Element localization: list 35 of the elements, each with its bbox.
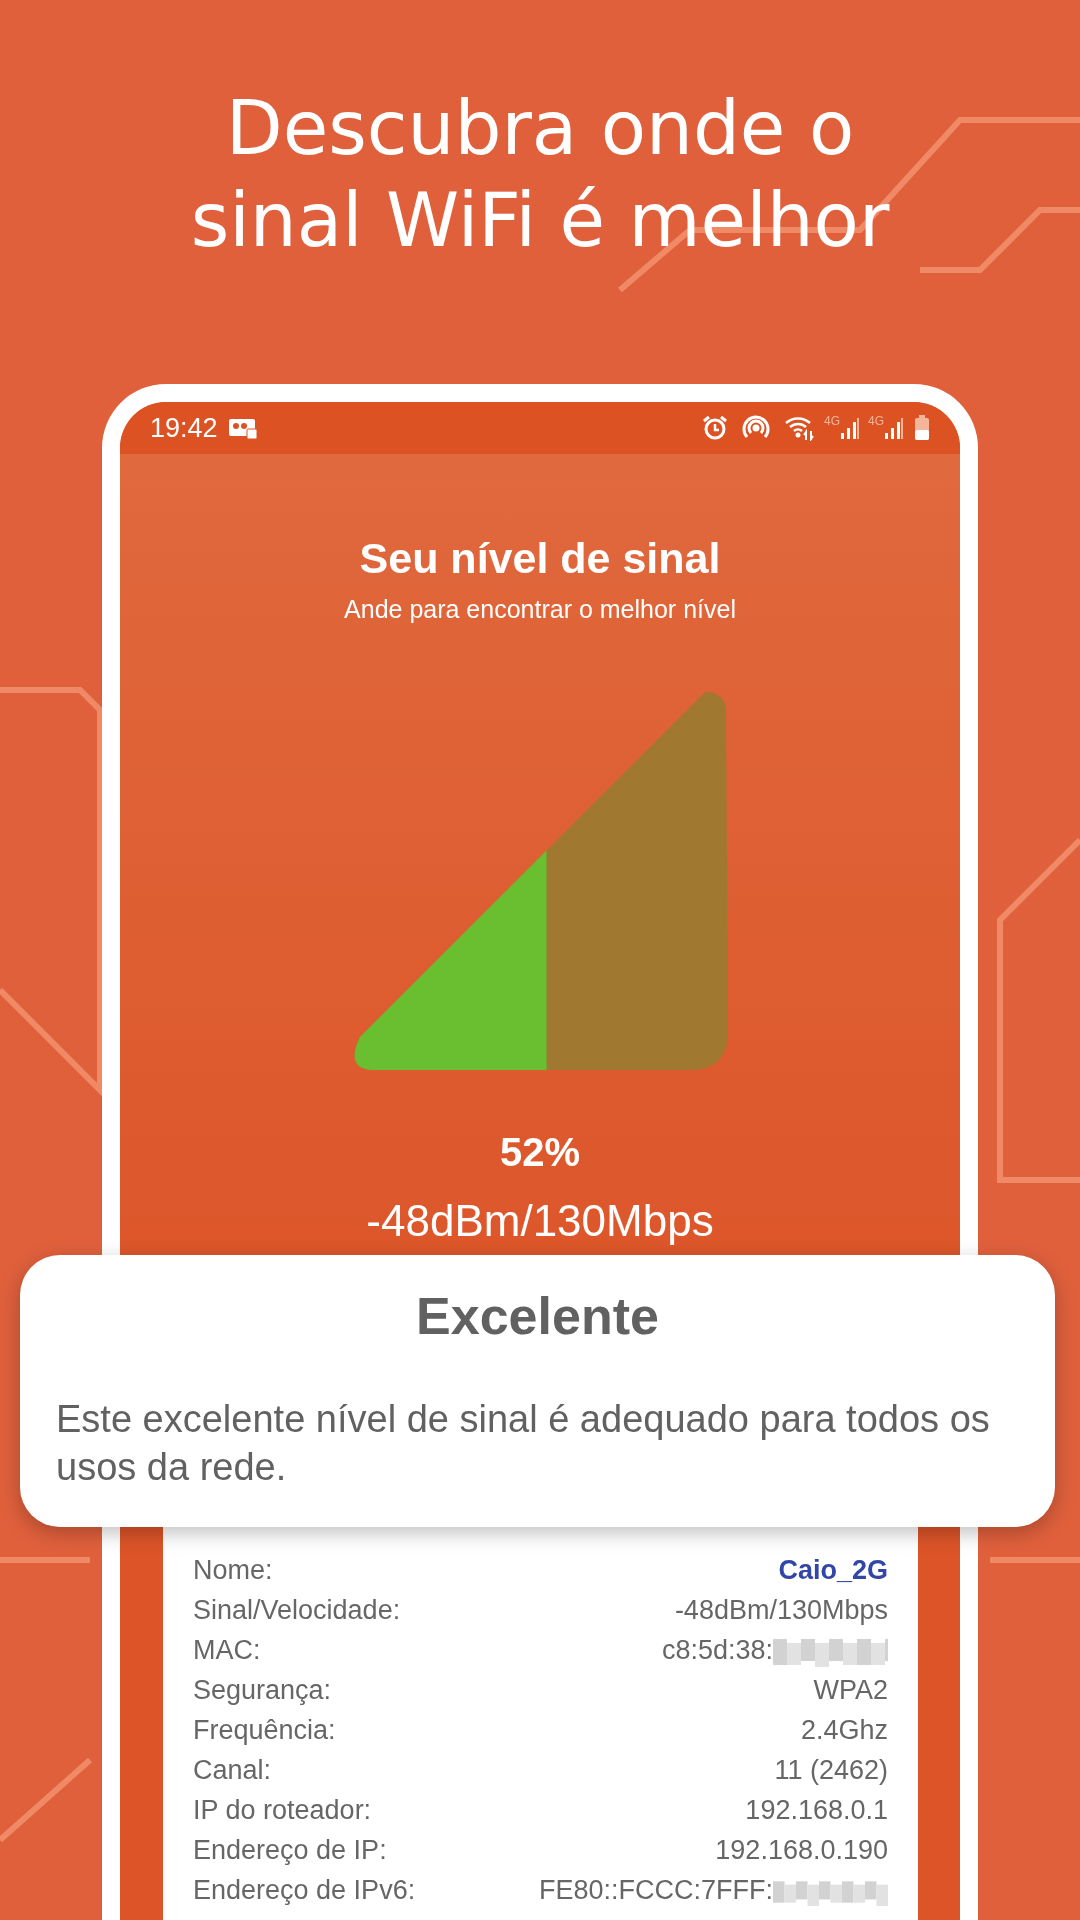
network-type: 4G xyxy=(823,413,840,430)
wifi-icon xyxy=(783,415,816,441)
detail-label: IP do roteador: xyxy=(193,1794,372,1827)
battery-icon xyxy=(914,415,930,441)
signal-bars-icon xyxy=(840,416,860,440)
detail-value: 192.168.0.190 xyxy=(715,1835,888,1865)
alarm-icon xyxy=(701,415,728,441)
detail-label: Canal: xyxy=(193,1754,272,1787)
signal-title: Seu nível de sinal xyxy=(359,534,721,582)
detail-value: FE80::FCCC:7FFF: xyxy=(538,1875,773,1905)
detail-label: MAC: xyxy=(193,1634,261,1667)
detail-label: Frequência: xyxy=(193,1714,336,1747)
network-type: 4G xyxy=(868,413,884,430)
detail-label: Endereço de IPv6: xyxy=(193,1874,416,1907)
detail-value: 11 (2462) xyxy=(774,1755,888,1785)
detail-label: Sinal/Velocidade: xyxy=(193,1594,401,1627)
signal-bars-icon xyxy=(884,416,904,440)
headline: Descubra onde o xyxy=(225,84,855,173)
detail-value: WPA2 xyxy=(813,1675,888,1705)
popup-message: Este excelente nível de sinal é adequado para todos os usos da rede. xyxy=(56,1397,991,1490)
detail-label: Nome: xyxy=(193,1554,273,1587)
detail-value: 2.4Ghz xyxy=(800,1715,888,1745)
headline: sinal WiFi é melhor xyxy=(190,176,890,265)
detail-value: c8:5d:38: xyxy=(661,1635,773,1665)
detail-value: 192.168.0.1 xyxy=(745,1795,888,1825)
detail-label: Segurança: xyxy=(193,1674,332,1707)
network-name: Caio_2G xyxy=(778,1555,888,1585)
signal-subtitle: Ande para encontrar o melhor nível xyxy=(344,594,736,623)
popup-title: Excelente xyxy=(416,1287,659,1345)
detail-value: -48dBm/130Mbps xyxy=(674,1595,888,1625)
detail-label: Endereço de IP: xyxy=(193,1834,387,1867)
voicemail-icon xyxy=(227,417,258,439)
clock-time: 19:42 xyxy=(150,411,218,445)
signal-reading: -48dBm/130Mbps xyxy=(366,1196,714,1245)
signal-percent: 52% xyxy=(499,1130,581,1174)
